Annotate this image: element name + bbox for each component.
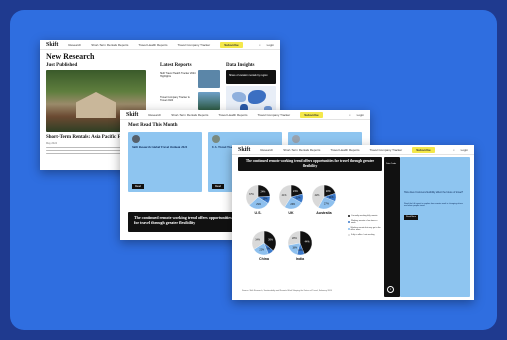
logo[interactable]: Skift <box>126 112 138 118</box>
nav-item-str-reports[interactable]: Short-Term Rentals Reports <box>91 43 128 47</box>
chart-legend: Currently working fully remote Working r… <box>348 215 382 236</box>
side-panel-content: How does Covid-era flexibility affect th… <box>400 157 470 297</box>
nav-item-str-reports[interactable]: Short-Term Rentals Reports <box>171 113 208 117</box>
top-nav: Skift Research Short-Term Rentals Report… <box>232 145 474 155</box>
logo[interactable]: Skift <box>238 147 250 153</box>
subscribe-button[interactable]: Subscribe <box>412 146 435 153</box>
insight-caption: Share of vacation rentals by region <box>229 74 268 77</box>
search-icon[interactable]: ⌕ <box>259 43 261 47</box>
close-icon[interactable]: × <box>387 286 394 293</box>
card-thumbnail <box>212 135 220 143</box>
logo[interactable]: Skift <box>46 42 58 48</box>
nav-item-health-reports[interactable]: Travel Health Reports <box>138 43 167 47</box>
pie-australia: 20%11%27%42%Australia <box>311 184 337 215</box>
report-card[interactable]: Skift Research Global Travel Outlook 202… <box>128 132 202 192</box>
chart-page-screenshot: Skift Research Short-Term Rentals Report… <box>232 145 474 300</box>
account-link[interactable]: Login <box>267 43 274 47</box>
data-insights-heading: Data Insights <box>226 63 255 68</box>
search-icon[interactable]: ⌕ <box>453 148 455 152</box>
nav-item-str-reports[interactable]: Short-Term Rentals Reports <box>283 148 320 152</box>
side-panel-label: Data Cards <box>386 163 397 165</box>
most-read-heading: Most Read This Month <box>128 123 178 128</box>
card-thumbnail <box>292 135 300 143</box>
nav-item-health-reports[interactable]: Travel Health Reports <box>330 148 359 152</box>
pie-country-label: India <box>296 257 305 261</box>
pie-slice-label: 22% <box>259 249 265 252</box>
latest-reports-heading: Latest Reports <box>160 63 192 68</box>
side-panel-note: Read the full report to explore how remo… <box>404 203 463 207</box>
remote-work-banner: The continued remote working trend offer… <box>128 212 238 232</box>
nav-item-company-tracker[interactable]: Travel Company Tracker <box>177 43 210 47</box>
pie-slice-label: 26% <box>290 203 296 206</box>
card-title: Skift Research Global Travel Outlook 202… <box>132 145 188 149</box>
legend-item: Working remote but may go to the office … <box>348 227 382 231</box>
featured-report-meta: May 2024 <box>46 142 57 145</box>
banner-title: The continued remote working trend offer… <box>134 215 232 225</box>
legend-item: Currently working fully remote <box>348 215 382 217</box>
pie-country-label: UK <box>288 211 294 215</box>
report-title[interactable]: Travel Company Tracker & Travel 2024 <box>160 96 196 102</box>
nav-item-company-tracker[interactable]: Travel Company Tracker <box>369 148 402 152</box>
featured-report-title[interactable]: Short-Term Rentals: Asia Pacific Fo <box>46 135 123 140</box>
nav-item-research[interactable]: Research <box>68 43 81 47</box>
account-link[interactable]: Login <box>461 148 468 152</box>
report-title[interactable]: Skift Travel Health Tracker 2024 Highlig… <box>160 72 196 78</box>
chart-source: Source: Skift Research, Sustainability a… <box>242 290 332 292</box>
nav-item-company-tracker[interactable]: Travel Company Tracker <box>257 113 290 117</box>
pie-country-label: Australia <box>316 211 332 215</box>
nav-item-research[interactable]: Research <box>260 148 273 152</box>
chart-title: The continued remote working trend offer… <box>245 159 375 168</box>
pie-slice-label: 44% <box>305 240 311 243</box>
legend-item: Fully in office / not working <box>348 234 382 236</box>
nav-item-health-reports[interactable]: Travel Health Reports <box>218 113 247 117</box>
top-nav: Skift Research Short-Term Rentals Report… <box>120 110 370 120</box>
account-link[interactable]: Login <box>357 113 364 117</box>
search-icon[interactable]: ⌕ <box>349 113 351 117</box>
legend-item: Working remote a few times a week <box>348 220 382 224</box>
pie-india: 44%10%18%28%India <box>287 230 313 261</box>
pie-us: 24%10%29%37%U.S. <box>245 184 271 215</box>
page-title: New Research <box>46 52 95 61</box>
chart-title-bar: The continued remote working trend offer… <box>238 157 382 171</box>
nav-item-research[interactable]: Research <box>148 113 161 117</box>
pie-uk: 21%12%26%41%UK <box>278 184 304 215</box>
top-nav: Skift Research Short-Term Rentals Report… <box>40 40 280 50</box>
just-published-heading: Just Published <box>46 63 78 68</box>
card-thumbnail <box>132 135 140 143</box>
card-read-button[interactable]: Read <box>212 184 224 189</box>
report-thumbnail[interactable] <box>198 92 220 110</box>
insight-card[interactable]: Share of vacation rentals by region <box>226 70 276 84</box>
card-read-button[interactable]: Read <box>132 184 144 189</box>
subscribe-button[interactable]: Subscribe <box>300 111 323 118</box>
subscribe-button[interactable]: Subscribe <box>220 41 243 48</box>
side-panel-question: How does Covid-era flexibility affect th… <box>404 191 464 194</box>
pie-country-label: U.S. <box>255 211 262 215</box>
side-panel-dark: Data Cards × <box>384 157 400 297</box>
pie-china: 36%8%22%34%China <box>251 230 277 261</box>
promo-background: Skift Research Short-Term Rentals Report… <box>10 10 497 330</box>
read-more-button[interactable]: Read More <box>404 215 418 220</box>
report-thumbnail[interactable] <box>198 70 220 88</box>
pie-country-label: China <box>259 257 270 261</box>
